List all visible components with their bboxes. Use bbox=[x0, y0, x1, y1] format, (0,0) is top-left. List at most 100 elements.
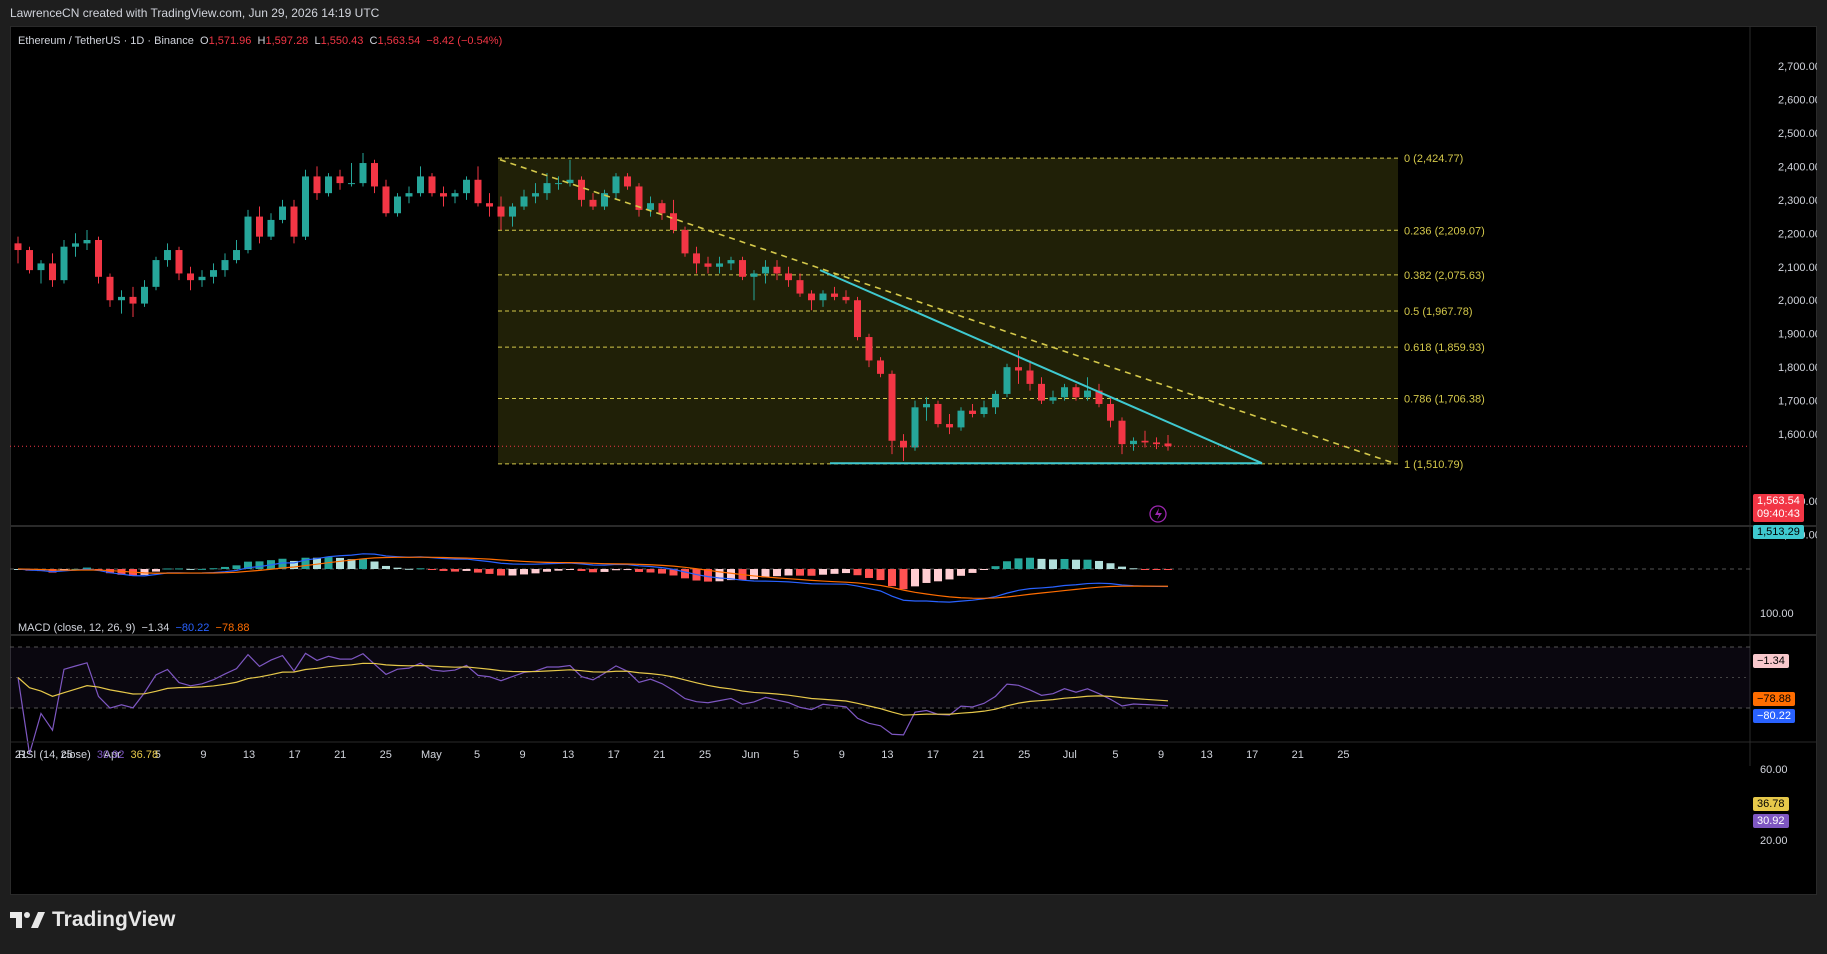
fib-level-label: 0.618 (1,859.93) bbox=[1404, 342, 1485, 354]
x-tick-label: 21 bbox=[334, 749, 346, 761]
fib-level-label: 0.382 (2,075.63) bbox=[1404, 270, 1485, 282]
x-tick-label: 17 bbox=[927, 749, 939, 761]
candle-body bbox=[969, 410, 976, 414]
macd-histogram-bar bbox=[646, 569, 655, 573]
macd-histogram-bar bbox=[1037, 558, 1046, 569]
macd-histogram-bar bbox=[623, 569, 632, 571]
candle-body bbox=[1038, 383, 1045, 401]
brand-name: TradingView bbox=[52, 908, 176, 931]
candle-body bbox=[417, 176, 424, 194]
fib-level-label: 0.236 (2,209.07) bbox=[1404, 225, 1485, 237]
candle-body bbox=[497, 206, 505, 217]
macd-histogram-bar bbox=[370, 561, 379, 569]
macd-histogram-bar bbox=[186, 568, 195, 570]
macd-histogram-bar bbox=[221, 566, 229, 569]
candle-body bbox=[129, 296, 137, 304]
macd-histogram-bar bbox=[566, 569, 574, 570]
macd-signal-line bbox=[17, 556, 1169, 599]
y-tick-label: 1,900.00 bbox=[1778, 329, 1817, 341]
candle-body bbox=[486, 203, 493, 207]
macd-histogram-bar bbox=[508, 569, 517, 576]
rsi-value: 30.92 bbox=[96, 749, 125, 761]
macd-histogram-bar bbox=[773, 569, 781, 577]
macd-histogram-bar bbox=[451, 569, 459, 572]
candle-body bbox=[1072, 387, 1080, 398]
candle-body bbox=[957, 410, 965, 428]
candle-body bbox=[762, 266, 769, 274]
macd-histogram-bar bbox=[428, 569, 436, 570]
candle-body bbox=[716, 263, 723, 267]
candle-body bbox=[325, 176, 332, 194]
macd-label: MACD (close, 12, 26, 9) bbox=[18, 622, 136, 634]
macd-histogram-bar bbox=[336, 557, 344, 569]
macd-histogram-bar bbox=[980, 569, 988, 570]
macd-histogram-bar bbox=[497, 569, 505, 576]
macd-signal-tag: −78.88 bbox=[1753, 692, 1795, 706]
last-price-tag: 1,563.54 09:40:43 bbox=[1753, 494, 1804, 522]
macd-histogram-bar bbox=[485, 569, 494, 574]
candle-body bbox=[37, 263, 45, 271]
x-tick-label: 5 bbox=[1112, 749, 1118, 761]
macd-histogram-bar bbox=[209, 568, 218, 570]
candle-body bbox=[750, 273, 758, 277]
macd-histogram-bar bbox=[543, 569, 551, 572]
macd-legend: MACD (close, 12, 26, 9) −1.34 −80.22 −78… bbox=[18, 622, 250, 634]
candle-body bbox=[405, 193, 413, 197]
candle-body bbox=[26, 250, 33, 271]
candle-body bbox=[394, 196, 401, 214]
candle-body bbox=[95, 240, 102, 277]
y-tick-label: 1,800.00 bbox=[1778, 362, 1817, 374]
x-tick-label: 21 bbox=[972, 749, 984, 761]
fib-level-label: 1 (1,510.79) bbox=[1404, 459, 1463, 471]
footer-brand[interactable]: TradingView bbox=[10, 908, 175, 932]
x-tick-label: 9 bbox=[1158, 749, 1164, 761]
macd-histogram-bar bbox=[761, 569, 770, 578]
candle-body bbox=[934, 403, 942, 425]
candle-body bbox=[980, 407, 988, 414]
candle-body bbox=[532, 193, 539, 197]
candle-body bbox=[1141, 440, 1149, 443]
candle-body bbox=[175, 250, 183, 274]
x-tick-label: 25 bbox=[1337, 749, 1349, 761]
candle-body bbox=[796, 280, 804, 294]
lightning-icon-glyph bbox=[1155, 508, 1162, 520]
candle-body bbox=[83, 240, 91, 244]
x-tick-label: 25 bbox=[1018, 749, 1030, 761]
candle-body bbox=[451, 193, 459, 197]
candle-body bbox=[578, 179, 585, 200]
candle-body bbox=[900, 440, 907, 448]
candle-body bbox=[187, 273, 194, 281]
candle-body bbox=[888, 373, 896, 441]
candle-body bbox=[106, 276, 114, 301]
candle-body bbox=[831, 293, 838, 297]
macd-histogram-bar bbox=[750, 569, 758, 580]
candle-body bbox=[842, 296, 850, 301]
y-tick-label: 2,100.00 bbox=[1778, 262, 1817, 274]
y-tick-label: 1,700.00 bbox=[1778, 396, 1817, 408]
candle-body bbox=[118, 296, 125, 301]
candle-body bbox=[1049, 397, 1057, 401]
candle-body bbox=[658, 203, 666, 214]
rsi-ma-value: 36.78 bbox=[130, 749, 159, 761]
macd-histogram-bar bbox=[784, 569, 793, 576]
candle-body bbox=[440, 193, 447, 197]
macd-axis-top: 100.00 bbox=[1760, 608, 1794, 620]
candle-body bbox=[785, 273, 792, 281]
macd-histogram-bar bbox=[416, 568, 425, 570]
x-tick-label: 17 bbox=[288, 749, 300, 761]
macd-histogram-bar bbox=[474, 569, 482, 573]
macd-histogram-bar bbox=[198, 568, 206, 570]
candle-body bbox=[60, 246, 68, 281]
price-chart[interactable]: 2,700.00 2,600.00 2,500.00 2,400.00 2,300.00… bbox=[10, 26, 1817, 895]
x-tick-label: 13 bbox=[562, 749, 574, 761]
macd-histogram-bar bbox=[715, 569, 724, 582]
symbol-legend: Ethereum / TetherUS · 1D · Binance O1,57… bbox=[18, 35, 502, 47]
macd-histogram-bar bbox=[1106, 563, 1115, 569]
candle-body bbox=[267, 219, 275, 237]
candle-body bbox=[509, 206, 516, 217]
macd-histogram-bar bbox=[945, 569, 954, 580]
macd-histogram-bar bbox=[658, 569, 666, 574]
x-tick-label: Jun bbox=[742, 749, 760, 761]
candle-body bbox=[336, 176, 344, 184]
macd-histogram-bar bbox=[439, 569, 448, 571]
